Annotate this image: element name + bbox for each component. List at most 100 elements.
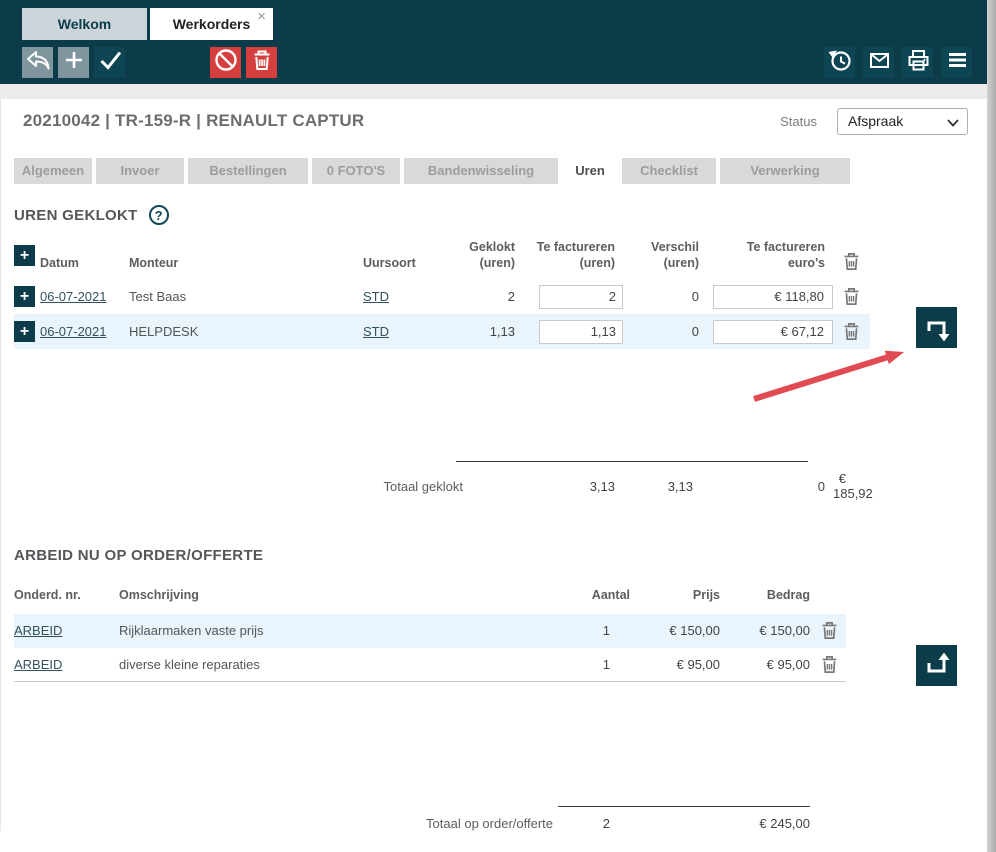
separator-band [0,84,996,99]
status-label: Status [780,114,817,129]
prijs-value: € 95,00 [632,657,722,672]
tab-bestellingen[interactable]: Bestellingen [188,158,308,184]
delete-row-button[interactable] [833,287,870,306]
move-up-to-uren-button[interactable] [916,645,957,686]
col-verschil: Verschil (uren) [623,240,707,271]
print-button[interactable] [902,47,933,78]
geklokt-value: 1,13 [431,324,523,339]
trash-icon [843,287,860,306]
total-bedrag: € 245,00 [722,816,812,831]
uren-table: + Datum Monteur Uursoort Geklokt (uren) … [14,240,870,349]
menu-button[interactable] [941,47,972,78]
monteur-value: Test Baas [129,289,363,304]
no-entry-icon [211,45,241,80]
geklokt-value: 2 [431,289,523,304]
add-button[interactable] [58,47,89,78]
tab-fotos[interactable]: 0 FOTO'S [312,158,400,184]
tab-uren[interactable]: Uren [562,158,618,184]
status-group: Status Afspraak [780,108,968,135]
total-geklokt: 3,13 [523,479,623,494]
window-tabstrip: Welkom Werkorders × [0,0,996,40]
arbeid-row: ARBEID Rijklaarmaken vaste prijs 1 € 150… [14,614,846,648]
trash-icon [821,621,838,640]
delete-row-button[interactable] [833,322,870,341]
move-down-to-order-button[interactable] [916,307,957,348]
status-select[interactable]: Afspraak [837,108,968,135]
tab-checklist[interactable]: Checklist [622,158,716,184]
close-icon[interactable]: × [257,9,266,24]
tab-invoer[interactable]: Invoer [96,158,184,184]
window-tab-welkom[interactable]: Welkom [22,8,147,40]
totals-divider [558,806,810,807]
col-te-factureren: Te factureren (uren) [523,240,623,271]
col-euros: Te factureren euro's [707,240,833,271]
window-tab-werkorders[interactable]: Werkorders × [150,8,273,40]
content-area: 20210042 | TR-159-R | RENAULT CAPTUR Sta… [0,99,996,831]
uren-row: + 06-07-2021 HELPDESK STD 1,13 0 [14,314,870,349]
trash-icon [843,252,860,271]
uursoort-link[interactable]: STD [363,324,431,339]
toolbar [0,40,996,84]
help-icon[interactable]: ? [149,205,169,225]
col-monteur: Monteur [129,256,363,272]
totals-label: Totaal geklokt [72,479,463,494]
onderd-nr-link[interactable]: ARBEID [14,657,119,672]
delete-all-rows-button[interactable] [833,252,870,271]
undo-icon [23,45,53,80]
arbeid-totals: Totaal op order/offerte 2 € 245,00 [14,816,846,831]
total-te-factureren: 3,13 [623,479,707,494]
uren-totals: Totaal geklokt 3,13 3,13 0 € 185,92 [14,471,870,501]
te-factureren-input[interactable] [539,285,623,309]
total-euros: € 185,92 [833,471,870,501]
datum-link[interactable]: 06-07-2021 [40,324,129,339]
expand-row-button[interactable]: + [14,286,35,307]
elbow-arrow-down-icon [916,307,957,348]
add-row-button[interactable]: + [14,245,35,266]
onderd-nr-link[interactable]: ARBEID [14,623,119,638]
top-bar: Welkom Werkorders × [0,0,996,84]
omschrijving-value: Rijklaarmaken vaste prijs [119,623,529,638]
delete-button[interactable] [246,47,277,78]
col-bedrag: Bedrag [722,588,812,604]
verschil-value: 0 [623,324,707,339]
hamburger-icon [942,45,972,80]
tab-verwerking[interactable]: Verwerking [720,158,850,184]
chevron-down-icon [947,119,959,127]
window-tab-werkorders-label: Werkorders [173,16,251,32]
col-omschrijving: Omschrijving [119,588,529,604]
col-geklokt: Geklokt (uren) [431,240,523,271]
window-tab-welkom-label: Welkom [58,16,111,32]
cancel-button[interactable] [210,47,241,78]
te-factureren-input[interactable] [539,320,623,344]
tab-bandenwisseling[interactable]: Bandenwisseling [404,158,558,184]
datum-link[interactable]: 06-07-2021 [40,289,129,304]
arbeid-section-title: ARBEID NU OP ORDER/OFFERTE [14,547,263,564]
omschrijving-value: diverse kleine reparaties [119,657,529,672]
history-button[interactable] [824,47,855,78]
page-title: 20210042 | TR-159-R | RENAULT CAPTUR [23,111,364,131]
mail-button[interactable] [863,47,894,78]
totals-divider [456,461,808,462]
totals-label: Totaal op order/offerte [38,816,553,831]
expand-row-button[interactable]: + [14,321,35,342]
delete-row-button[interactable] [812,621,846,640]
confirm-button[interactable] [94,47,125,78]
elbow-arrow-up-icon [916,645,957,686]
order-header: 20210042 | TR-159-R | RENAULT CAPTUR Sta… [1,99,996,135]
col-aantal: Aantal [529,588,632,604]
scrollbar[interactable] [987,0,996,852]
euros-input[interactable] [713,285,833,309]
trash-icon [821,655,838,674]
prijs-value: € 150,00 [632,623,722,638]
delete-row-button[interactable] [812,655,846,674]
uursoort-link[interactable]: STD [363,289,431,304]
uren-section-header: UREN GEKLOKT ? [14,204,996,226]
history-clock-icon [825,45,855,80]
tab-algemeen[interactable]: Algemeen [14,158,92,184]
euros-input[interactable] [713,320,833,344]
col-onderd-nr: Onderd. nr. [14,588,119,604]
nav-tabs: Algemeen Invoer Bestellingen 0 FOTO'S Ba… [14,158,996,184]
toolbar-right-group [824,47,972,78]
undo-button[interactable] [22,47,53,78]
envelope-icon [864,45,894,80]
